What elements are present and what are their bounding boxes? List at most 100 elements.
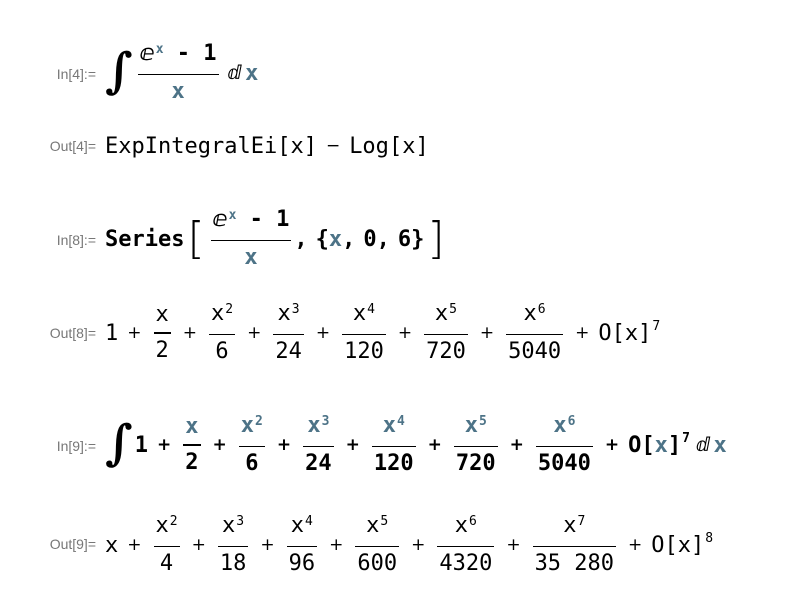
denominator: 720: [426, 339, 466, 365]
leading-term: x: [105, 532, 119, 558]
cell-out-8[interactable]: Out[8]= 1 + x2 + x2 6 + x3 24 + x4 120 + x5…: [0, 296, 812, 370]
exponent: 5: [380, 513, 389, 529]
bracket: ]: [691, 532, 705, 558]
exponent: 3: [291, 301, 300, 317]
variable: x: [328, 226, 343, 252]
exp-e: ⅇ: [212, 206, 228, 232]
integration-variable: x: [245, 60, 259, 86]
bracket: [: [277, 133, 291, 159]
input-expression[interactable]: ∫ 1 + x2 + x2 6 + x3 24 + x4 120 + x5 720 + …: [105, 408, 727, 482]
term-var: x: [240, 412, 255, 438]
fraction-bar: [437, 545, 495, 548]
denominator: 24: [305, 451, 332, 477]
term-var: x: [277, 300, 291, 326]
plus-sign: +: [397, 323, 413, 343]
fraction-bar: [506, 333, 564, 336]
integration-variable: x: [713, 432, 727, 458]
fraction-bar: [342, 333, 386, 336]
bracket: ]: [667, 432, 682, 458]
series-term: x2 4: [153, 511, 180, 579]
plus-sign: +: [157, 435, 172, 455]
cell-out-4[interactable]: Out[4]= ExpIntegralEi[x] − Log[x]: [0, 128, 812, 164]
fraction-bar: [286, 545, 318, 548]
series-term: x5 720: [453, 411, 498, 479]
term-var: x: [464, 412, 478, 438]
fraction-bar: [153, 545, 180, 548]
brace: {: [315, 226, 329, 252]
fraction-bar: [453, 445, 498, 448]
fraction-bar: [371, 445, 416, 448]
cell-in-4[interactable]: In[4]:= ∫ ⅇx - 1 x ⅆ x: [0, 38, 812, 108]
plus-sign: +: [575, 323, 590, 343]
denominator: 2: [155, 337, 169, 363]
denominator: 24: [275, 339, 302, 365]
fraction-bar: [424, 333, 468, 336]
series-term: x4 120: [371, 411, 416, 479]
input-expression[interactable]: Series [ ⅇx - 1 x , {x, 0, 6} ]: [105, 204, 448, 274]
denominator: 96: [288, 551, 316, 577]
term-var: x: [434, 300, 449, 326]
argument: x: [654, 432, 668, 458]
cell-out-9[interactable]: Out[9]= x + x2 4 + x3 18 + x4 96 + x5 600 + …: [0, 508, 812, 582]
exponent: x: [155, 41, 164, 57]
bracket: [: [664, 532, 678, 558]
denominator: 120: [373, 451, 414, 477]
number: 0: [363, 226, 377, 252]
function-name: ExpIntegralEi: [105, 133, 278, 159]
differential-d: ⅆ: [227, 62, 242, 84]
function-name: Log: [349, 133, 389, 159]
term-var: x: [211, 300, 225, 326]
exponent: 5: [478, 413, 487, 429]
cell-label: In[4]:=: [56, 66, 96, 82]
exponent: 3: [236, 513, 245, 529]
fraction-bar: [303, 445, 334, 448]
plus-sign: +: [315, 323, 331, 343]
cell-in-9[interactable]: In[9]:= ∫ 1 + x2 + x2 6 + x3 24 + x4 120 + …: [0, 408, 812, 482]
term-var: x: [553, 412, 567, 438]
bracket: [: [611, 320, 625, 346]
exponent: 8: [705, 530, 714, 546]
series-term: x6 5040: [535, 411, 593, 479]
series-term: x3 18: [217, 511, 249, 579]
leading-term: 1: [105, 320, 119, 346]
cell-label: In[9]:=: [56, 438, 96, 454]
exponent: 5: [449, 301, 457, 317]
exponent: 7: [577, 513, 586, 529]
plus-sign: +: [212, 435, 227, 455]
cell-in-8[interactable]: In[8]:= Series [ ⅇx - 1 x , {x, 0, 6} ]: [0, 204, 812, 274]
output-expression[interactable]: ExpIntegralEi[x] − Log[x]: [105, 128, 429, 164]
denominator: 5040: [537, 451, 591, 477]
integral-icon: ∫: [105, 415, 133, 471]
denominator: 120: [344, 339, 384, 365]
plus-sign: +: [411, 535, 426, 555]
plus-sign: +: [127, 535, 142, 555]
leading-term: 1: [134, 432, 149, 458]
exponent: 2: [225, 301, 234, 317]
integral-icon: ∫: [105, 43, 133, 99]
exponent: 4: [396, 413, 405, 429]
input-expression[interactable]: ∫ ⅇx - 1 x ⅆ x: [105, 38, 258, 108]
plus-sign: +: [191, 535, 206, 555]
bracket: [: [187, 213, 205, 264]
plus-sign: +: [628, 535, 643, 555]
denominator: 600: [357, 551, 398, 577]
exponent: 6: [537, 301, 546, 317]
plus-sign: +: [604, 435, 620, 455]
number: 1: [203, 40, 217, 66]
term-var: x: [563, 512, 577, 538]
denominator: 35 280: [534, 551, 615, 577]
argument: x: [290, 133, 304, 159]
output-expression[interactable]: x + x2 4 + x3 18 + x4 96 + x5 600 + x6 4320 +…: [105, 508, 713, 582]
differential-d: ⅆ: [695, 434, 710, 456]
minus-sign: -: [249, 206, 263, 232]
term-var: x: [185, 414, 199, 440]
fraction-bar: [153, 332, 171, 334]
denominator: x: [244, 245, 258, 271]
term-var: x: [155, 302, 169, 328]
series-term: x5 600: [355, 511, 400, 579]
exponent: 4: [367, 301, 375, 317]
output-expression[interactable]: 1 + x2 + x2 6 + x3 24 + x4 120 + x5 720 + x6…: [105, 296, 660, 370]
series-term: x2 6: [238, 411, 265, 479]
minus-sign: -: [176, 40, 191, 66]
fraction-bar: [355, 545, 400, 548]
